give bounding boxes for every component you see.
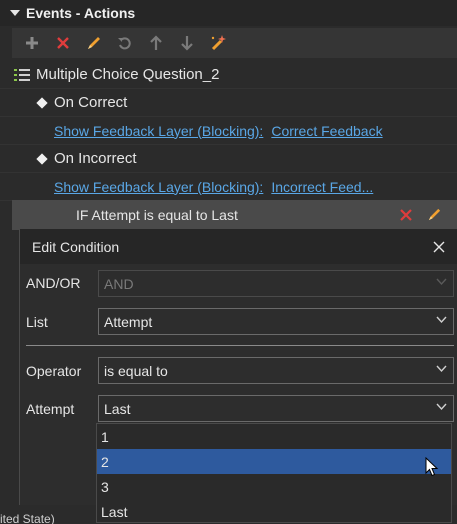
close-icon[interactable] (433, 241, 445, 253)
list-select[interactable]: Attempt (98, 308, 454, 335)
partial-status-text: ited State) (0, 512, 55, 524)
magic-wand-icon (211, 35, 226, 51)
attempt-label: Attempt (26, 401, 75, 417)
attempt-dropdown-list: 1 2 3 Last (96, 423, 452, 523)
undo-icon (117, 37, 131, 50)
arrow-down-icon (180, 36, 193, 51)
list-icon (14, 68, 30, 81)
event-on-correct[interactable]: On Correct (0, 89, 457, 117)
plus-icon (25, 37, 38, 49)
list-value: Attempt (104, 313, 153, 330)
dropdown-option[interactable]: 1 (97, 424, 451, 449)
delete-button[interactable] (53, 34, 72, 53)
panel-header[interactable]: Events - Actions (0, 0, 457, 26)
dialog-title: Edit Condition (32, 238, 120, 255)
undo-button[interactable] (115, 34, 134, 53)
andor-value: AND (104, 275, 134, 292)
mouse-cursor-icon (425, 457, 439, 477)
event-label: On Incorrect (54, 150, 137, 167)
action-link[interactable]: Show Feedback Layer (Blocking): (54, 123, 263, 139)
chevron-down-icon (436, 403, 447, 411)
pencil-icon[interactable] (427, 207, 442, 222)
magic-button[interactable] (208, 34, 227, 53)
action-row-correct: Show Feedback Layer (Blocking): Correct … (0, 117, 457, 145)
event-on-incorrect[interactable]: On Incorrect (0, 145, 457, 173)
close-icon[interactable] (400, 209, 412, 221)
condition-text: IF Attempt is equal to Last (76, 207, 238, 223)
event-label: On Correct (54, 94, 128, 111)
condition-row[interactable]: IF Attempt is equal to Last (12, 200, 457, 230)
dropdown-option[interactable]: Last (97, 499, 451, 524)
diamond-bullet-icon (36, 152, 48, 165)
action-target-link[interactable]: Correct Feedback (271, 123, 382, 139)
chevron-down-icon (436, 316, 447, 324)
chevron-down-icon (436, 278, 447, 286)
object-label: Multiple Choice Question_2 (36, 66, 220, 83)
diamond-bullet-icon (36, 96, 48, 109)
operator-value: is equal to (104, 362, 168, 379)
tree-object-row[interactable]: Multiple Choice Question_2 (0, 61, 457, 89)
arrow-up-icon (149, 35, 162, 50)
list-label: List (26, 314, 48, 330)
panel-title: Events - Actions (26, 5, 136, 21)
andor-select: AND (98, 270, 454, 297)
toolbar (12, 28, 457, 58)
andor-label: AND/OR (26, 275, 81, 291)
chevron-down-icon (436, 365, 447, 373)
edit-button[interactable] (84, 34, 103, 53)
move-down-button[interactable] (177, 34, 196, 53)
collapse-triangle-icon[interactable] (10, 8, 20, 18)
add-button[interactable] (22, 34, 41, 53)
close-icon (56, 37, 69, 49)
dropdown-option-selected[interactable]: 2 (97, 449, 451, 474)
action-row-incorrect: Show Feedback Layer (Blocking): Incorrec… (0, 173, 457, 201)
operator-select[interactable]: is equal to (98, 357, 454, 384)
dialog-titlebar[interactable]: Edit Condition (20, 229, 457, 264)
move-up-button[interactable] (146, 34, 165, 53)
attempt-select[interactable]: Last (98, 395, 454, 422)
pencil-icon (87, 37, 100, 49)
attempt-value: Last (104, 400, 131, 417)
separator (26, 345, 454, 346)
operator-label: Operator (26, 363, 82, 379)
action-link[interactable]: Show Feedback Layer (Blocking): (54, 179, 263, 195)
action-target-link[interactable]: Incorrect Feed... (271, 179, 373, 195)
dropdown-option[interactable]: 3 (97, 474, 451, 499)
